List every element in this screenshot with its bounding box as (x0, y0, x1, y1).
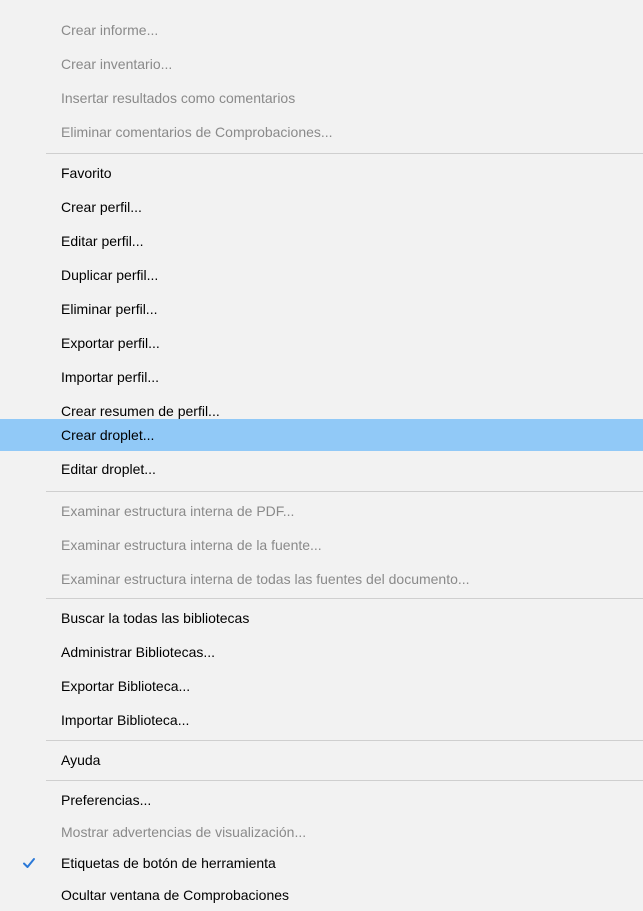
menu-item-label: Preferencias... (61, 792, 152, 808)
menu-item-eliminar-comentarios: Eliminar comentarios de Comprobaciones..… (0, 116, 643, 148)
menu-item-label: Examinar estructura interna de PDF... (61, 503, 295, 519)
menu-separator (46, 740, 643, 741)
menu-item-crear-inventario: Crear inventario... (0, 48, 643, 80)
menu-separator (46, 153, 643, 154)
menu-item-label: Importar perfil... (61, 369, 160, 385)
menu-item-label: Crear inventario... (61, 56, 173, 72)
menu-item-label: Administrar Bibliotecas... (61, 644, 216, 660)
menu-item-duplicar-perfil[interactable]: Duplicar perfil... (0, 259, 643, 291)
menu-item-ayuda[interactable]: Ayuda (0, 744, 643, 776)
menu-item-label: Examinar estructura interna de la fuente… (61, 537, 322, 553)
menu-item-etiquetas-boton-herramienta[interactable]: Etiquetas de botón de herramienta (0, 847, 643, 879)
menu-item-label: Etiquetas de botón de herramienta (61, 855, 276, 871)
menu-item-examinar-estructura-todas-fuentes: Examinar estructura interna de todas las… (0, 563, 643, 595)
menu-item-importar-biblioteca[interactable]: Importar Biblioteca... (0, 704, 643, 736)
menu-item-label: Ocultar ventana de Comprobaciones (61, 887, 290, 903)
menu-item-label: Ayuda (61, 752, 101, 768)
menu-item-mostrar-advertencias: Mostrar advertencias de visualización... (0, 816, 643, 848)
menu-separator (46, 598, 643, 599)
menu-item-favorito[interactable]: Favorito (0, 157, 643, 189)
menu-item-label: Insertar resultados como comentarios (61, 90, 296, 106)
menu-item-label: Exportar perfil... (61, 335, 160, 351)
menu-item-buscar-bibliotecas[interactable]: Buscar la todas las bibliotecas (0, 602, 643, 634)
menu-item-label: Eliminar comentarios de Comprobaciones..… (61, 124, 333, 140)
menu-item-crear-perfil[interactable]: Crear perfil... (0, 191, 643, 223)
checkmark-icon (23, 858, 35, 868)
menu-item-ocultar-ventana-comprobaciones[interactable]: Ocultar ventana de Comprobaciones (0, 879, 643, 911)
menu-item-examinar-estructura-fuente: Examinar estructura interna de la fuente… (0, 529, 643, 561)
menu-item-label: Crear droplet... (61, 427, 155, 443)
menu-item-preferencias[interactable]: Preferencias... (0, 784, 643, 816)
menu-item-label: Examinar estructura interna de todas las… (61, 571, 470, 587)
menu-item-label: Buscar la todas las bibliotecas (61, 610, 250, 626)
menu-item-eliminar-perfil[interactable]: Eliminar perfil... (0, 293, 643, 325)
menu-separator (46, 780, 643, 781)
menu-item-crear-droplet[interactable]: Crear droplet... (0, 419, 643, 451)
menu-item-label: Editar droplet... (61, 461, 156, 477)
menu-item-label: Importar Biblioteca... (61, 712, 190, 728)
menu-item-importar-perfil[interactable]: Importar perfil... (0, 361, 643, 393)
menu-separator (46, 491, 643, 492)
menu-item-exportar-biblioteca[interactable]: Exportar Biblioteca... (0, 670, 643, 702)
menu-item-label: Exportar Biblioteca... (61, 678, 191, 694)
context-menu: Crear informe... Crear inventario... Ins… (0, 0, 643, 911)
menu-item-editar-perfil[interactable]: Editar perfil... (0, 225, 643, 257)
menu-item-label: Eliminar perfil... (61, 301, 158, 317)
menu-item-administrar-bibliotecas[interactable]: Administrar Bibliotecas... (0, 636, 643, 668)
menu-item-examinar-estructura-pdf: Examinar estructura interna de PDF... (0, 495, 643, 527)
menu-item-label: Editar perfil... (61, 233, 144, 249)
menu-item-label: Mostrar advertencias de visualización... (61, 824, 307, 840)
menu-item-label: Crear informe... (61, 22, 159, 38)
menu-item-exportar-perfil[interactable]: Exportar perfil... (0, 327, 643, 359)
menu-item-editar-droplet[interactable]: Editar droplet... (0, 453, 643, 485)
menu-item-label: Crear perfil... (61, 199, 142, 215)
menu-item-insertar-resultados-comentarios: Insertar resultados como comentarios (0, 82, 643, 114)
menu-item-crear-informe: Crear informe... (0, 14, 643, 46)
menu-item-label: Favorito (61, 165, 112, 181)
menu-item-label: Duplicar perfil... (61, 267, 159, 283)
